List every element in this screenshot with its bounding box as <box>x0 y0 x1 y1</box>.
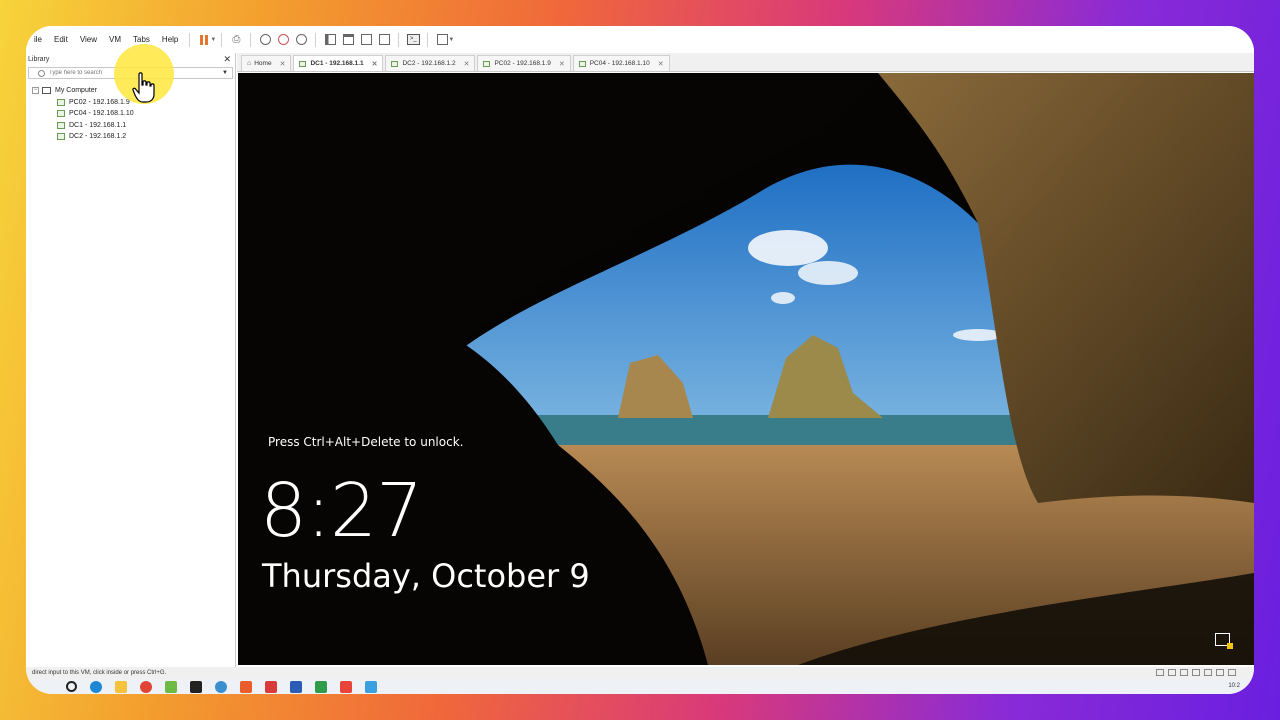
library-panel: Library ✕ ▼ − My Computer PC02 - 192.168… <box>26 53 236 667</box>
app-icon[interactable] <box>240 680 252 693</box>
vm-icon <box>391 60 399 67</box>
toolbar-separator <box>427 32 429 47</box>
menu-edit[interactable]: Edit <box>48 35 74 44</box>
tab-bar: ⌂ Home ✕ DC1 - 192.168.1.1 ✕ DC2 - 192.1… <box>237 53 1254 72</box>
app-icon[interactable] <box>165 680 177 693</box>
cd-drive-icon[interactable] <box>1168 669 1176 676</box>
tab-dc2[interactable]: DC2 - 192.168.1.2 ✕ <box>385 55 476 71</box>
tree-item-label: PC02 - 192.168.1.9 <box>69 98 130 106</box>
home-icon: ⌂ <box>247 60 252 67</box>
close-icon[interactable]: ✕ <box>223 54 231 65</box>
toolbar-separator <box>250 32 252 47</box>
menu-file[interactable]: ile <box>26 35 48 44</box>
tray-clock[interactable]: 10:2 <box>1228 683 1240 689</box>
full-screen-icon[interactable] <box>357 32 375 48</box>
hand-cursor-icon <box>132 72 155 103</box>
toolbar-separator <box>398 32 400 47</box>
display-icon[interactable] <box>1216 669 1224 676</box>
send-ctrl-alt-del-icon[interactable]: ⎙ <box>227 32 245 48</box>
message-icon[interactable] <box>1228 669 1236 676</box>
show-library-icon[interactable] <box>321 32 339 48</box>
vm-icon <box>57 133 65 141</box>
tree-item-label: DC2 - 192.168.1.2 <box>69 133 127 141</box>
word-icon[interactable] <box>290 680 302 693</box>
close-icon[interactable]: ✕ <box>658 60 664 68</box>
network-icon[interactable] <box>1215 633 1233 649</box>
status-text: direct input to this VM, click inside or… <box>32 670 167 676</box>
tab-label: Home <box>254 60 272 67</box>
tree-root-label: My Computer <box>55 87 98 95</box>
app-icon[interactable] <box>265 680 277 693</box>
toolbar-separator <box>315 32 317 47</box>
menu-tabs[interactable]: Tabs <box>127 35 156 44</box>
tab-dc1[interactable]: DC1 - 192.168.1.1 ✕ <box>293 55 384 71</box>
vm-icon <box>57 110 65 118</box>
vm-icon <box>57 98 65 106</box>
collapse-icon[interactable]: − <box>32 87 39 95</box>
close-icon[interactable]: ✕ <box>280 60 286 68</box>
search-icon <box>38 69 45 77</box>
tab-label: PC02 - 192.168.1.9 <box>494 60 551 67</box>
library-title: Library <box>28 55 50 63</box>
host-taskbar: 10:2 <box>26 679 1254 694</box>
tab-pc04[interactable]: PC04 - 192.168.1.10 ✕ <box>572 55 670 71</box>
device-status-icons <box>1156 669 1236 676</box>
revert-snapshot-icon[interactable] <box>274 32 292 48</box>
pause-dropdown-icon[interactable]: ▼ <box>210 37 216 43</box>
vm-icon <box>57 121 65 129</box>
snapshot-manager-icon[interactable] <box>292 32 310 48</box>
tree-item-dc2[interactable]: DC2 - 192.168.1.2 <box>32 131 235 143</box>
toolbar-separator <box>189 32 191 47</box>
menu-bar: ile Edit View VM Tabs Help ▼ ⎙ >_ ▼ <box>26 26 1254 53</box>
menu-vm[interactable]: VM <box>103 35 127 44</box>
lock-date: Thursday, October 9 <box>262 557 590 595</box>
status-bar: direct input to this VM, click inside or… <box>26 667 1254 679</box>
thumbnail-bar-icon[interactable] <box>339 32 357 48</box>
file-explorer-icon[interactable] <box>115 680 127 693</box>
tree-item-dc1[interactable]: DC1 - 192.168.1.1 <box>32 120 235 132</box>
hard-disk-icon[interactable] <box>1156 669 1164 676</box>
lock-clock: 8:27 <box>260 468 423 554</box>
vm-icon <box>483 60 491 67</box>
tab-pc02[interactable]: PC02 - 192.168.1.9 ✕ <box>477 55 571 71</box>
stretch-dropdown-icon[interactable]: ▼ <box>448 37 454 43</box>
chevron-down-icon[interactable]: ▼ <box>222 70 228 76</box>
edge-icon[interactable] <box>90 680 102 693</box>
close-icon[interactable]: ✕ <box>464 60 470 68</box>
tab-label: PC04 - 192.168.1.10 <box>589 60 650 67</box>
menu-help[interactable]: Help <box>156 35 184 44</box>
tab-label: DC1 - 192.168.1.1 <box>310 60 364 67</box>
app-icon[interactable] <box>315 680 327 693</box>
vmware-icon[interactable] <box>365 680 377 693</box>
vm-console[interactable]: Press Ctrl+Alt+Delete to unlock. 8:27 Th… <box>238 73 1254 665</box>
vm-icon <box>299 60 307 67</box>
vm-icon <box>578 60 586 67</box>
terminal-icon[interactable] <box>190 680 202 693</box>
tree-item-pc04[interactable]: PC04 - 192.168.1.10 <box>32 108 235 120</box>
search-icon[interactable] <box>66 681 77 692</box>
menu-view[interactable]: View <box>74 35 103 44</box>
unlock-message: Press Ctrl+Alt+Delete to unlock. <box>268 435 464 449</box>
app-icon[interactable] <box>340 680 352 693</box>
unity-icon[interactable] <box>375 32 393 48</box>
chrome-icon[interactable] <box>140 680 152 693</box>
screen-frame: ile Edit View VM Tabs Help ▼ ⎙ >_ ▼ Libr… <box>26 26 1254 694</box>
close-icon[interactable]: ✕ <box>372 60 378 68</box>
usb-icon[interactable] <box>1192 669 1200 676</box>
tab-label: DC2 - 192.168.1.2 <box>402 60 456 67</box>
computer-icon <box>42 87 51 95</box>
toolbar-separator <box>221 32 223 47</box>
tree-item-label: PC04 - 192.168.1.10 <box>69 110 134 118</box>
snapshot-icon[interactable] <box>256 32 274 48</box>
sound-icon[interactable] <box>1204 669 1212 676</box>
tree-item-label: DC1 - 192.168.1.1 <box>69 121 127 129</box>
tab-home[interactable]: ⌂ Home ✕ <box>241 55 292 71</box>
close-icon[interactable]: ✕ <box>559 60 565 68</box>
network-adapter-icon[interactable] <box>1180 669 1188 676</box>
console-view-icon[interactable]: >_ <box>404 32 422 48</box>
app-icon[interactable] <box>215 680 227 693</box>
